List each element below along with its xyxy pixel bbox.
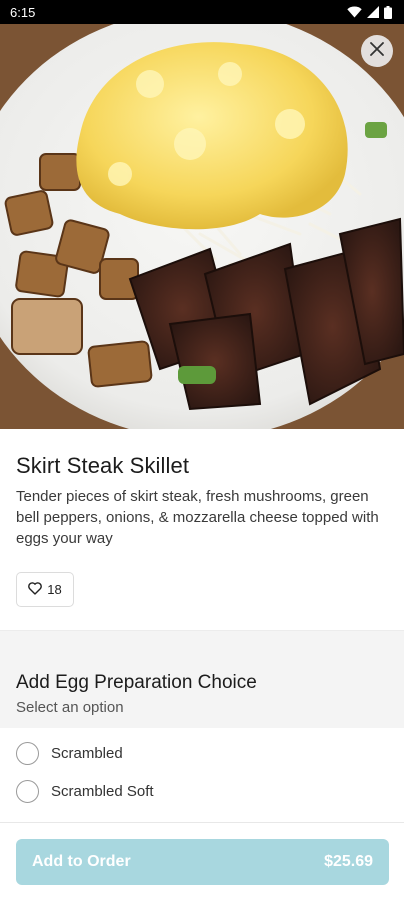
heart-outline-icon [28, 581, 43, 598]
option-label: Scrambled [51, 745, 123, 762]
like-count: 18 [47, 582, 62, 597]
option-scrambled[interactable]: Scrambled [16, 742, 123, 765]
like-button[interactable]: 18 [16, 572, 74, 607]
item-description: Tender pieces of skirt steak, fresh mush… [16, 488, 379, 547]
battery-icon [384, 5, 392, 19]
status-bar: 6:15 [0, 0, 404, 24]
item-photo [0, 24, 404, 429]
add-to-order-button[interactable]: Add to Order $25.69 [16, 839, 389, 885]
status-time: 6:15 [10, 4, 36, 20]
radio-button[interactable] [16, 742, 39, 765]
status-icons [347, 5, 392, 19]
option-label: Scrambled Soft [51, 783, 154, 800]
modifier-subtitle: Select an option [16, 699, 124, 716]
modifier-title: Add Egg Preparation Choice [16, 672, 257, 693]
food-photo-illustration [0, 24, 404, 429]
option-scrambled-soft[interactable]: Scrambled Soft [16, 780, 154, 803]
close-icon [370, 41, 384, 61]
radio-button[interactable] [16, 780, 39, 803]
wifi-icon [347, 6, 362, 18]
order-price: $25.69 [324, 853, 373, 870]
cell-signal-icon [367, 6, 379, 18]
close-button[interactable] [361, 35, 393, 67]
item-title: Skirt Steak Skillet [16, 453, 190, 478]
add-to-order-label: Add to Order [32, 853, 131, 870]
